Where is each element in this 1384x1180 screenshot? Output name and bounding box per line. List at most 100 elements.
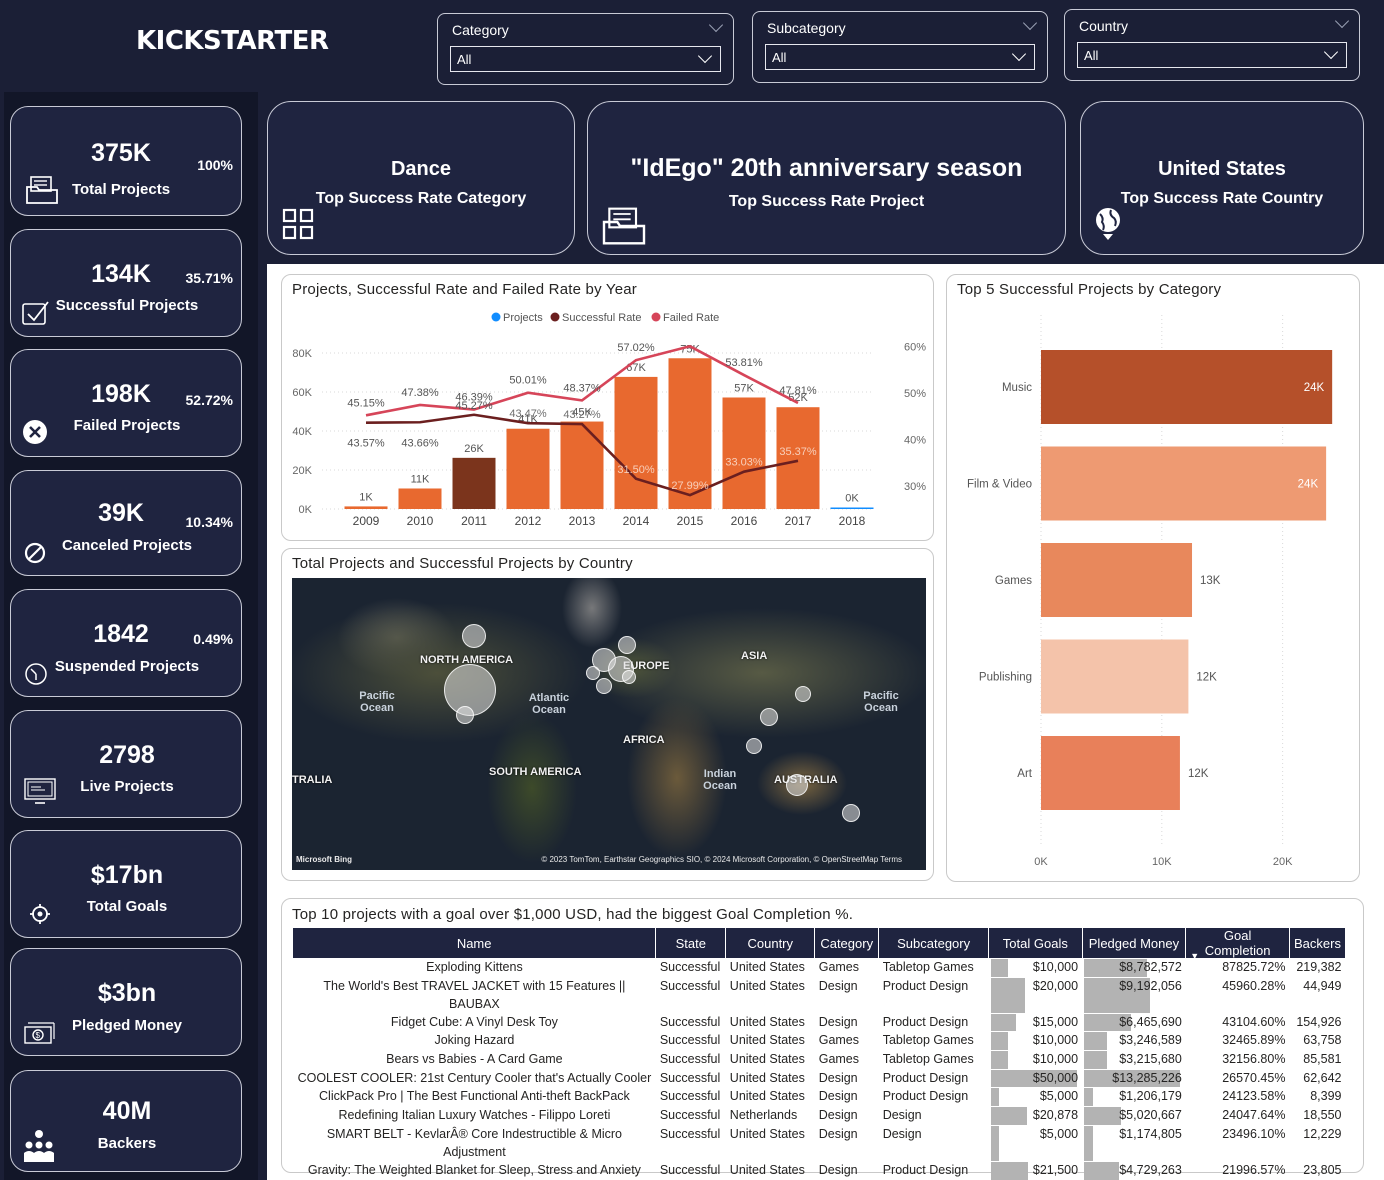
col-header-country[interactable]: Country [725,928,816,958]
col-header-pledged-money[interactable]: Pledged Money [1082,928,1187,958]
legend-label: Failed Rate [663,312,719,324]
cell-total-goals-value: $10,000 [1032,1033,1079,1048]
cell-country: United States [729,1070,805,1085]
bar-data-label: 11K [411,473,430,485]
map-bubble-europe-4[interactable] [596,678,612,694]
country-dropdown[interactable]: All [1077,42,1347,68]
legend-marker [491,312,501,322]
map-bubble-singapore[interactable] [746,738,762,754]
top-projects-table[interactable]: Name State Country Category Subcategory … [293,928,1347,1180]
country-dropdown-value: All [1084,48,1099,63]
cell-category: Design [818,1014,858,1029]
map-bubble-new-zealand[interactable] [842,804,860,822]
year-chart[interactable]: 0K 20K 40K 60K 80K 30% 40% 50% 60% Projects Succes… [282,275,935,542]
cell-total-goals-value: $50,000 [1032,1070,1079,1085]
svg-text:$: $ [36,1031,41,1040]
checkbox-icon [22,301,49,325]
cell-goal-completion: 32465.89% [1222,1033,1286,1048]
y2-tick-label: 40% [904,434,926,446]
map-bubble-hong-kong[interactable] [760,708,778,726]
col-header-total-goals[interactable]: Total Goals [988,928,1083,958]
category-slicer[interactable]: Category All [437,13,734,85]
cell-category: Games [818,960,860,974]
map-bubble-europe-2[interactable] [618,636,636,654]
chevron-down-icon[interactable] [1022,15,1038,31]
cell-pledged-money: $4,729,263 [1082,1161,1186,1180]
y-tick-label: 40K [292,426,312,438]
map-bubble-europe-5[interactable] [586,666,600,680]
x-circle-icon [23,420,47,444]
col-header-subcategory[interactable]: Subcategory [878,928,990,958]
table-row[interactable]: Joking Hazard Successful United States Game… [293,1031,1346,1051]
category-chart[interactable]: 0K 10K 20K Music 24K Film & Video 24K Games 13K P… [947,275,1361,883]
map-bubble-australia[interactable] [786,774,808,796]
category-dropdown[interactable]: All [450,46,721,72]
cell-total-goals: $10,000 [989,958,1083,977]
goal-databar [990,1107,1027,1125]
kpi-value: 2798 [99,741,155,769]
subcategory-slicer[interactable]: Subcategory All [752,11,1048,83]
cell-subcategory: Design [882,1126,922,1141]
chevron-down-icon[interactable] [708,17,724,33]
table-row[interactable]: The World's Best TRAVEL JACKET with 15 F… [293,977,1346,1013]
successful-rate-label: 33.03% [725,457,763,469]
goal-databar [990,959,1008,977]
successful-rate-label: 45.27% [455,400,493,412]
top-category-value: Dance [390,158,452,180]
failed-rate-label: 53.81% [725,357,763,369]
chevron-down-icon[interactable] [697,48,713,64]
successful-rate-label: 43.57% [347,438,385,450]
map-bubble-europe-3[interactable] [622,670,636,684]
map-bubble-canada[interactable] [462,624,486,648]
map-attribution[interactable]: © 2023 TomTom, Earthstar Geographics SIO… [541,855,902,864]
chevron-down-icon[interactable] [1334,13,1350,29]
cell-pledged-money: $1,174,805 [1082,1125,1186,1161]
legend-label: Successful Rate [562,312,641,324]
col-header-state[interactable]: State [655,928,727,958]
cell-pledged-money-value: $1,174,805 [1119,1126,1182,1141]
map-bubble-mexico[interactable] [456,706,474,724]
table-row[interactable]: COOLEST COOLER: 21st Century Cooler that… [293,1069,1346,1088]
cell-state: Successful [659,1162,721,1177]
bar-data-label: 0K [845,493,859,505]
table-row[interactable]: Redefining Italian Luxury Watches - Fili… [293,1106,1346,1125]
chevron-down-icon[interactable] [1011,46,1027,62]
cell-name: Redefining Italian Luxury Watches - Fili… [338,1108,611,1123]
col-header-category[interactable]: Category [814,928,880,958]
cell-country: United States [729,960,805,974]
subcategory-dropdown-value: All [772,50,787,65]
subcategory-dropdown[interactable]: All [765,44,1035,70]
cell-state: Successful [659,1070,721,1085]
map-bubble-japan[interactable] [795,686,811,702]
cell-country: United States [729,1089,805,1104]
chevron-down-icon[interactable] [1323,44,1339,60]
cell-country: United States [729,1162,805,1177]
table-row[interactable]: ClickPack Pro | The Best Functional Anti… [293,1087,1346,1107]
world-map[interactable]: NORTH AMERICA EUROPE ASIA AFRICA SOUTH A… [292,578,926,870]
cell-country: United States [729,1052,805,1067]
bing-brand: Microsoft Bing [296,855,352,864]
bar-data-label: 57K [734,382,754,394]
table-row[interactable]: Gravity: The Weighted Blanket for Sleep,… [293,1161,1346,1180]
failed-rate-label: 45.15% [347,397,385,409]
col-header-name[interactable]: Name [293,928,657,958]
legend-label: Projects [503,312,543,324]
sort-desc-icon[interactable]: ▼ [1190,951,1199,961]
table-row[interactable]: Fidget Cube: A Vinyl Desk Toy Successful U… [293,1013,1346,1032]
category-label: Publishing [979,672,1032,684]
cell-pledged-money: $6,465,690 [1082,1013,1186,1032]
x-tick-label: 2009 [353,514,380,528]
table-row[interactable]: SMART BELT - KevlarÂ® Core Indestructibl… [293,1125,1346,1161]
globe-icon [1096,208,1120,240]
cell-category: Design [818,1108,858,1123]
cell-goal-completion: 43104.60% [1222,1014,1286,1029]
table-row[interactable]: Bears vs Babies - A Card Game Successful U… [293,1050,1346,1069]
table-row[interactable]: Exploding Kittens Successful United States… [293,958,1346,977]
kpi-card-total-goals: $17bn Total Goals [10,830,242,938]
failed-rate-label: 57.02% [617,342,655,354]
cell-backers: 85,581 [1303,1052,1342,1067]
country-slicer[interactable]: Country All [1064,9,1360,81]
col-header-goal-completion[interactable]: Goal Completion ▼ [1185,928,1290,961]
kpi-percent: 0.49% [193,631,233,647]
col-header-backers[interactable]: Backers [1289,928,1347,958]
